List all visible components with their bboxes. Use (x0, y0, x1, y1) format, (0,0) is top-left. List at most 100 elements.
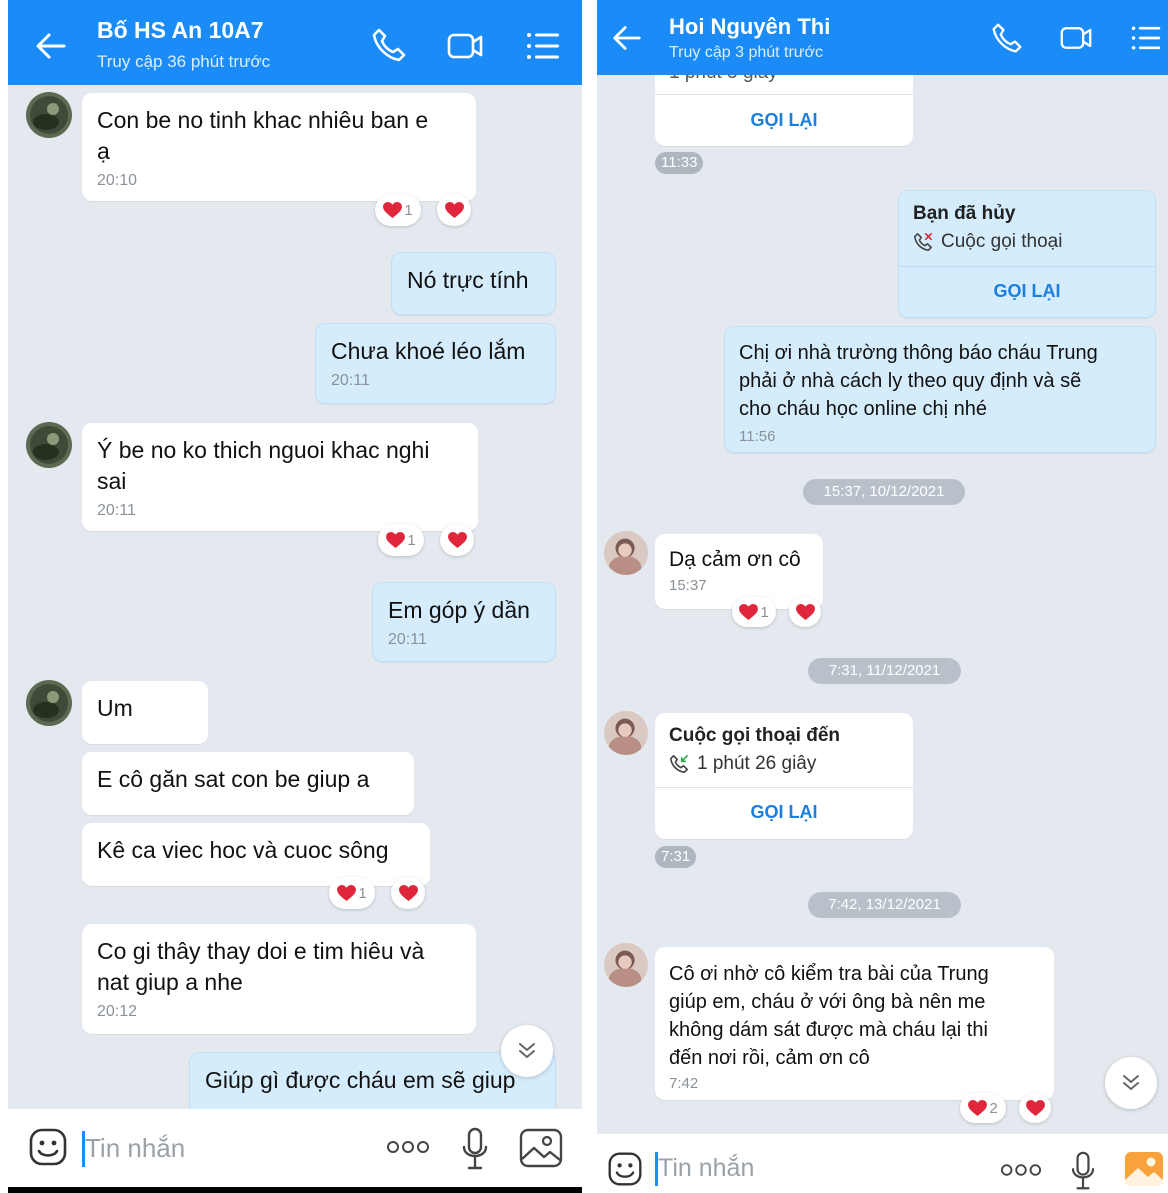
message-input-bar: Tin nhắn (8, 1109, 582, 1193)
message-input[interactable]: Tin nhắn (658, 1154, 754, 1183)
message-text: Em góp ý dần (388, 597, 530, 623)
message-time: 11:56 (739, 428, 776, 445)
avatar[interactable] (26, 422, 72, 468)
call-icon (669, 754, 689, 774)
message-text: Um (97, 695, 133, 721)
call-type: Cuộc gọi thoại (913, 231, 1062, 253)
incoming-message[interactable]: Cô ơi nhờ cô kiểm tra bài của Trung giúp… (655, 947, 1054, 1100)
call-title: Bạn đã hủy (913, 203, 1016, 224)
react-heart-button[interactable] (391, 877, 425, 909)
reaction-count: 1 (407, 531, 416, 549)
incoming-message[interactable]: Um (82, 681, 208, 744)
call-duration: 1 phút 26 giây (669, 753, 816, 775)
scroll-down-icon (1123, 1075, 1139, 1090)
message-text: Co gi thây thay doi e tim hiêu và nat gi… (97, 938, 425, 995)
emoji-icon[interactable] (607, 1151, 643, 1187)
message-text: Dạ cảm ơn cô (669, 548, 801, 571)
heart-icon (448, 532, 467, 549)
call-back-button[interactable]: GỌI LẠI (655, 802, 913, 823)
avatar[interactable] (26, 680, 72, 726)
avatar[interactable] (26, 92, 72, 138)
more-dots-icon[interactable] (1000, 1162, 1042, 1178)
scroll-down-button[interactable] (1105, 1057, 1157, 1109)
outgoing-message[interactable]: Chưa khoé léo lắm 20:11 (315, 323, 556, 404)
image-icon[interactable] (1124, 1151, 1164, 1187)
microphone-icon[interactable] (460, 1127, 490, 1171)
reaction-summary[interactable]: 1 (329, 877, 375, 909)
contact-name[interactable]: Hoi Nguyên Thi (669, 14, 830, 40)
call-title: Cuộc gọi thoại đến (669, 725, 840, 746)
phone-icon[interactable] (371, 27, 407, 63)
avatar[interactable] (604, 531, 648, 575)
call-icon (913, 232, 933, 252)
contact-name[interactable]: Bố HS An 10A7 (97, 17, 264, 44)
scroll-down-button[interactable] (501, 1025, 553, 1077)
outgoing-message[interactable]: Em góp ý dần 20:11 (372, 582, 556, 662)
date-separator: 15:37, 10/12/2021 (803, 479, 965, 505)
last-seen-status: Truy cập 36 phút trước (97, 52, 271, 71)
message-input-bar: Tin nhắn (597, 1134, 1168, 1193)
more-dots-icon[interactable] (386, 1139, 430, 1155)
avatar[interactable] (604, 711, 648, 755)
message-input[interactable]: Tin nhắn (85, 1133, 185, 1164)
heart-icon (337, 885, 356, 902)
back-arrow-icon[interactable] (611, 22, 643, 54)
heart-icon (383, 202, 402, 219)
last-seen-status: Truy cập 3 phút trước (669, 44, 823, 61)
reaction-count: 1 (760, 603, 769, 621)
reaction-summary[interactable]: 1 (732, 597, 776, 627)
message-text: Chưa khoé léo lắm (331, 338, 526, 364)
video-call-icon[interactable] (447, 28, 483, 64)
emoji-icon[interactable] (28, 1127, 68, 1167)
phone-icon[interactable] (991, 22, 1023, 54)
incoming-message[interactable]: Kê ca viec hoc và cuoc sông (82, 823, 430, 886)
outgoing-message[interactable]: Chị ơi nhà trường thông báo cháu Trung p… (724, 326, 1156, 453)
reaction-count: 2 (989, 1099, 998, 1117)
image-icon[interactable] (519, 1128, 563, 1168)
message-text: Ý be no ko thich nguoi khac nghi sai (97, 437, 430, 494)
call-back-button[interactable]: GỌI LẠI (655, 110, 913, 131)
react-heart-button[interactable] (1019, 1093, 1051, 1123)
call-back-button[interactable]: GỌI LẠI (899, 281, 1155, 302)
react-heart-button[interactable] (789, 597, 821, 627)
avatar[interactable] (604, 943, 648, 987)
message-time: 20:10 (97, 172, 138, 189)
reaction-summary[interactable]: 1 (378, 524, 424, 556)
call-card[interactable]: Cuộc gọi thoại đến 1 phút 26 giây GỌI LẠ… (655, 713, 913, 839)
menu-list-icon[interactable] (525, 28, 561, 64)
message-text: Kê ca viec hoc và cuoc sông (97, 837, 389, 863)
heart-icon (445, 202, 464, 219)
message-time: 20:12 (97, 1003, 138, 1020)
date-separator: 7:31, 11/12/2021 (808, 658, 961, 684)
react-heart-button[interactable] (437, 194, 471, 226)
chat-header: Hoi Nguyên Thi Truy cập 3 phút trước (597, 0, 1168, 75)
microphone-icon[interactable] (1069, 1151, 1097, 1191)
divider (899, 266, 1155, 267)
message-text: Con be no tinh khac nhiêu ban e ạ (97, 107, 429, 164)
message-text: Nó trực tính (407, 267, 529, 293)
heart-icon (386, 532, 405, 549)
chat-panel-left: Bố HS An 10A7 Truy cập 36 phút trước Con… (8, 0, 582, 1193)
incoming-message[interactable]: E cô găn sat con be giup a (82, 752, 414, 815)
back-arrow-icon[interactable] (34, 29, 68, 63)
outgoing-message[interactable]: Nó trực tính (391, 252, 556, 315)
message-time: 15:37 (669, 577, 707, 594)
reaction-count: 1 (358, 884, 367, 902)
message-time-pill: 7:31 (655, 846, 697, 868)
message-time: 7:42 (669, 1075, 699, 1092)
call-card[interactable]: Bạn đã hủy Cuộc gọi thoại GỌI LẠI (898, 190, 1156, 318)
reaction-summary[interactable]: 2 (960, 1093, 1006, 1123)
message-text: Chị ơi nhà trường thông báo cháu Trung p… (739, 342, 1098, 420)
incoming-message[interactable]: Ý be no ko thich nguoi khac nghi sai 20:… (82, 423, 478, 531)
incoming-message[interactable]: Con be no tinh khac nhiêu ban e ạ 20:10 (82, 93, 476, 201)
react-heart-button[interactable] (440, 524, 474, 556)
heart-icon (399, 885, 418, 902)
chat-header: Bố HS An 10A7 Truy cập 36 phút trước (8, 0, 582, 85)
reaction-summary[interactable]: 1 (375, 194, 421, 226)
heart-icon (968, 1100, 987, 1117)
incoming-message[interactable]: Co gi thây thay doi e tim hiêu và nat gi… (82, 924, 476, 1034)
chat-panel-right: Hoi Nguyên Thi Truy cập 3 phút trước 1 p… (597, 0, 1168, 1193)
menu-list-icon[interactable] (1130, 22, 1162, 54)
message-time: 20:11 (97, 502, 136, 519)
video-call-icon[interactable] (1058, 22, 1094, 54)
